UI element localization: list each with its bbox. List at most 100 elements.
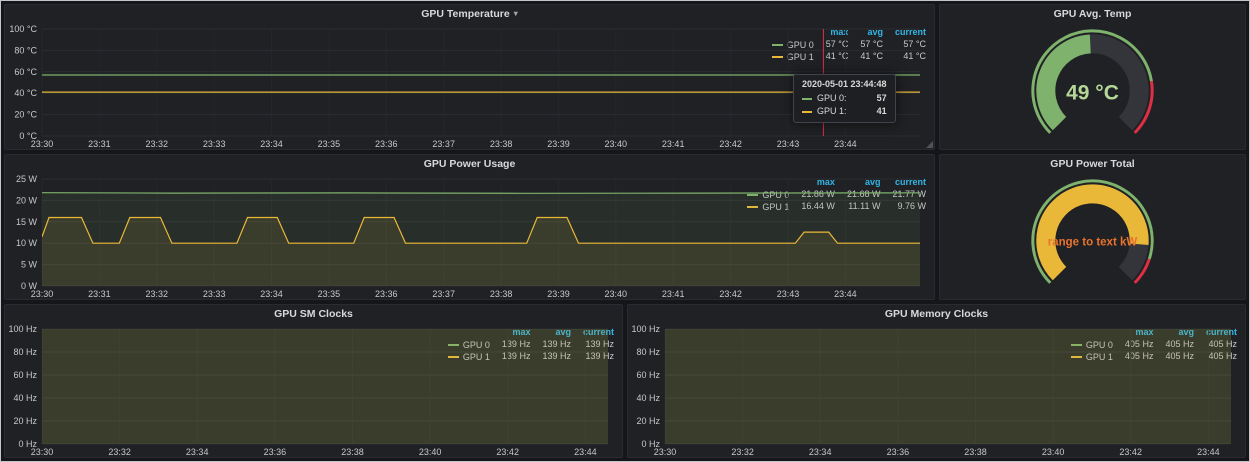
panel-title-text: GPU Memory Clocks <box>885 308 988 320</box>
svg-text:23:32: 23:32 <box>146 139 169 149</box>
svg-text:60 Hz: 60 Hz <box>636 370 660 380</box>
series-color-icon <box>802 98 812 100</box>
gpu-temperature-chart[interactable]: 23:3023:3123:3223:3323:3423:3523:3623:37… <box>5 22 772 149</box>
panel-title-gpu-sm-clocks[interactable]: GPU SM Clocks <box>5 305 622 322</box>
panel-body: 23:3023:3223:3423:3623:3823:4023:4223:44… <box>628 322 1245 457</box>
gpu-avg-temp-dial: 49 °C <box>940 22 1245 149</box>
panel-body: 23:3023:3223:3423:3623:3823:4023:4223:44… <box>5 322 622 457</box>
svg-text:23:32: 23:32 <box>146 289 169 299</box>
panel-body: 23:3023:3123:3223:3323:3423:3523:3623:37… <box>5 22 934 149</box>
svg-text:0 °C: 0 °C <box>19 131 37 141</box>
panel-gpu-avg-temp: GPU Avg. Temp 49 °C <box>939 4 1246 150</box>
svg-text:23:40: 23:40 <box>605 139 628 149</box>
tooltip-series-row: GPU 0:57 <box>802 92 887 105</box>
series-color-icon <box>802 111 812 113</box>
svg-text:23:34: 23:34 <box>186 447 209 457</box>
svg-text:23:44: 23:44 <box>834 289 857 299</box>
svg-text:40 Hz: 40 Hz <box>13 393 37 403</box>
svg-text:10 W: 10 W <box>16 238 38 248</box>
gpu-memory-clocks-chart[interactable]: 23:3023:3223:3423:3623:3823:4023:4223:44… <box>628 322 1071 457</box>
svg-text:23:36: 23:36 <box>375 139 398 149</box>
svg-text:20 Hz: 20 Hz <box>13 416 37 426</box>
shared-tooltip: 2020-05-01 23:44:48 GPU 0:57GPU 1:41 <box>793 74 896 123</box>
svg-text:23:43: 23:43 <box>777 289 800 299</box>
gpu-sm-clocks-plot[interactable]: 23:3023:3223:3423:3623:3823:4023:4223:44… <box>5 322 614 457</box>
gpu-memory-clocks-plot[interactable]: 23:3023:3223:3423:3623:3823:4023:4223:44… <box>628 322 1237 457</box>
gpu-power-total-dial: range to text kW <box>940 172 1245 299</box>
svg-text:60 °C: 60 °C <box>14 67 37 77</box>
svg-text:23:32: 23:32 <box>731 447 754 457</box>
svg-text:0 Hz: 0 Hz <box>641 439 660 449</box>
panel-title-gpu-avg-temp[interactable]: GPU Avg. Temp <box>940 5 1245 22</box>
svg-text:20 °C: 20 °C <box>14 110 37 120</box>
panel-gpu-temperature: GPU Temperature ▾ 23:3023:3123:3223:3323… <box>4 4 935 150</box>
svg-text:23:34: 23:34 <box>260 289 283 299</box>
gpu-power-usage-plot[interactable]: 23:3023:3123:3223:3323:3423:3523:3623:37… <box>5 172 926 299</box>
panel-gpu-power-usage: GPU Power Usage 23:3023:3123:3223:3323:3… <box>4 154 935 300</box>
svg-text:23:42: 23:42 <box>1119 447 1142 457</box>
svg-text:23:42: 23:42 <box>719 139 742 149</box>
svg-text:23:38: 23:38 <box>490 139 513 149</box>
svg-text:15 W: 15 W <box>16 217 38 227</box>
svg-text:23:39: 23:39 <box>547 289 570 299</box>
svg-text:23:36: 23:36 <box>375 289 398 299</box>
svg-text:23:44: 23:44 <box>834 139 857 149</box>
svg-text:23:31: 23:31 <box>88 289 111 299</box>
gauge-value-text: 49 °C <box>1066 82 1119 105</box>
svg-text:23:40: 23:40 <box>605 289 628 299</box>
series-line-0 <box>42 193 920 194</box>
svg-text:23:33: 23:33 <box>203 139 226 149</box>
tooltip-series-row: GPU 1:41 <box>802 105 887 118</box>
panel-title-gpu-power-usage[interactable]: GPU Power Usage <box>5 155 934 172</box>
svg-text:23:40: 23:40 <box>1042 447 1065 457</box>
svg-text:23:36: 23:36 <box>264 447 287 457</box>
panel-title-text: GPU Temperature <box>421 8 510 20</box>
panel-gpu-memory-clocks: GPU Memory Clocks 23:3023:3223:3423:3623… <box>627 304 1246 458</box>
svg-text:40 °C: 40 °C <box>14 88 37 98</box>
svg-text:20 Hz: 20 Hz <box>636 416 660 426</box>
svg-text:23:38: 23:38 <box>964 447 987 457</box>
series-fill-1 <box>42 322 608 444</box>
panel-title-gpu-memory-clocks[interactable]: GPU Memory Clocks <box>628 305 1245 322</box>
panel-resize-handle[interactable] <box>926 141 933 148</box>
panel-title-text: GPU Power Total <box>1050 158 1134 170</box>
svg-text:100 °C: 100 °C <box>9 24 37 34</box>
svg-text:23:44: 23:44 <box>574 447 597 457</box>
svg-text:100 Hz: 100 Hz <box>8 324 37 334</box>
svg-text:23:31: 23:31 <box>88 139 111 149</box>
svg-text:23:40: 23:40 <box>419 447 442 457</box>
svg-text:5 W: 5 W <box>21 260 38 270</box>
svg-text:23:34: 23:34 <box>809 447 832 457</box>
dashboard-row-2: GPU Power Usage 23:3023:3123:3223:3323:3… <box>4 154 1246 300</box>
svg-text:23:41: 23:41 <box>662 289 685 299</box>
svg-text:23:38: 23:38 <box>341 447 364 457</box>
svg-text:80 Hz: 80 Hz <box>636 347 660 357</box>
gpu-sm-clocks-chart[interactable]: 23:3023:3223:3423:3623:3823:4023:4223:44… <box>5 322 448 457</box>
panel-gpu-sm-clocks: GPU SM Clocks 23:3023:3223:3423:3623:382… <box>4 304 623 458</box>
svg-text:23:34: 23:34 <box>260 139 283 149</box>
dashboard-row-3: GPU SM Clocks 23:3023:3223:3423:3623:382… <box>4 304 1246 458</box>
svg-text:23:38: 23:38 <box>490 289 513 299</box>
svg-text:0 W: 0 W <box>21 281 38 291</box>
panel-gpu-power-total: GPU Power Total range to text kW <box>939 154 1246 300</box>
svg-text:23:35: 23:35 <box>318 139 341 149</box>
panel-title-gpu-temperature[interactable]: GPU Temperature ▾ <box>5 5 934 22</box>
tooltip-timestamp: 2020-05-01 23:44:48 <box>802 79 887 89</box>
svg-text:23:41: 23:41 <box>662 139 685 149</box>
svg-text:0 Hz: 0 Hz <box>18 439 37 449</box>
svg-text:20 W: 20 W <box>16 195 38 205</box>
svg-text:23:42: 23:42 <box>719 289 742 299</box>
panel-title-gpu-power-total[interactable]: GPU Power Total <box>940 155 1245 172</box>
panel-body: 23:3023:3123:3223:3323:3423:3523:3623:37… <box>5 172 934 299</box>
gpu-avg-temp-gauge: 49 °C <box>940 22 1245 149</box>
series-fill-1 <box>665 322 1231 444</box>
svg-text:80 Hz: 80 Hz <box>13 347 37 357</box>
svg-text:23:32: 23:32 <box>108 447 131 457</box>
gpu-temperature-plot[interactable]: 23:3023:3123:3223:3323:3423:3523:3623:37… <box>5 22 926 149</box>
gpu-power-usage-chart[interactable]: 23:3023:3123:3223:3323:3423:3523:3623:37… <box>5 172 747 299</box>
panel-title-text: GPU SM Clocks <box>274 308 353 320</box>
chevron-down-icon: ▾ <box>514 9 518 18</box>
gauge-value-text: range to text kW <box>1048 237 1138 249</box>
svg-text:23:39: 23:39 <box>547 139 570 149</box>
gpu-power-total-gauge: range to text kW <box>940 172 1245 299</box>
